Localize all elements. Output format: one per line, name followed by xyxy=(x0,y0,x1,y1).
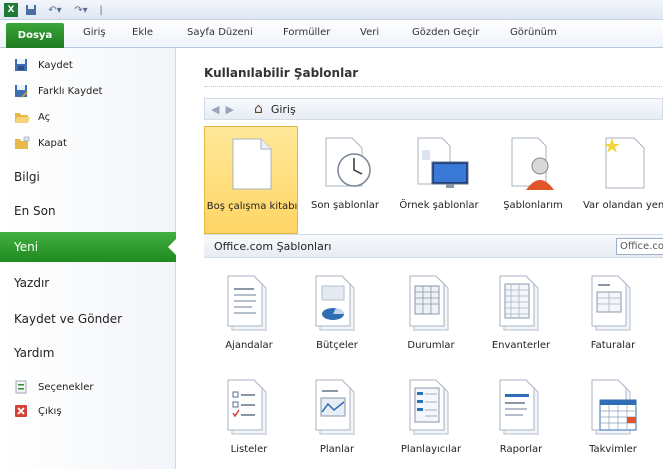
backstage-nav: Kaydet Farklı Kaydet Aç Kapat Bilgi En S… xyxy=(0,48,176,469)
ribbon-tabs: Dosya Giriş Ekle Sayfa Düzeni Formüller … xyxy=(0,20,663,48)
template-sample[interactable]: Örnek şablonlar xyxy=(392,126,486,234)
category-label: Faturalar xyxy=(590,340,636,351)
category-inventories[interactable]: Envanterler xyxy=(476,270,566,362)
tab-home[interactable]: Giriş xyxy=(83,27,106,38)
forward-arrow-icon[interactable]: ▶ xyxy=(225,103,233,116)
template-label: Var olandan yeni xyxy=(582,200,663,211)
category-label: Raporlar xyxy=(499,444,543,455)
template-label: Boş çalışma kitabı xyxy=(206,201,298,212)
tab-view[interactable]: Görünüm xyxy=(510,27,557,38)
office-search-input[interactable] xyxy=(616,238,663,255)
category-label: Durumlar xyxy=(407,340,455,351)
category-calendars[interactable]: Takvimler xyxy=(568,374,658,466)
category-label: Planlar xyxy=(319,444,355,455)
office-templates-bar: Office.com Şablonları xyxy=(204,234,663,258)
tab-page-layout[interactable]: Sayfa Düzeni xyxy=(187,27,253,38)
undo-icon[interactable]: ↶▾ xyxy=(44,3,66,17)
category-statements[interactable]: Durumlar xyxy=(386,270,476,362)
nav-tab-save-send[interactable]: Kaydet ve Gönder xyxy=(0,304,176,334)
back-arrow-icon[interactable]: ◀ xyxy=(211,103,219,116)
redo-icon[interactable]: ↷▾ xyxy=(70,3,92,17)
category-label: Planlayıcılar xyxy=(400,444,462,455)
template-my[interactable]: Şablonlarım xyxy=(486,126,580,234)
new-from-existing-icon xyxy=(602,136,646,190)
statement-icon xyxy=(408,274,454,332)
close-command[interactable]: Kapat xyxy=(14,134,67,152)
category-planners[interactable]: Planlayıcılar xyxy=(386,374,476,466)
breadcrumb[interactable]: Giriş xyxy=(271,103,296,116)
invoice-icon xyxy=(590,274,636,332)
category-reports[interactable]: Raporlar xyxy=(476,374,566,466)
category-label: Listeler xyxy=(230,444,268,455)
budget-icon xyxy=(314,274,360,332)
exit-label: Çıkış xyxy=(38,405,62,417)
nav-tab-help[interactable]: Yardım xyxy=(0,338,176,368)
office-templates-title: Office.com Şablonları xyxy=(214,240,332,253)
inventory-icon xyxy=(498,274,544,332)
list-icon xyxy=(226,378,272,436)
tab-review[interactable]: Gözden Geçir xyxy=(412,27,479,38)
close-folder-icon xyxy=(14,136,30,150)
category-plans[interactable]: Planlar xyxy=(292,374,382,466)
nav-tab-print[interactable]: Yazdır xyxy=(0,268,176,298)
tab-insert[interactable]: Ekle xyxy=(132,27,153,38)
exit-icon xyxy=(14,404,30,418)
title-bar: X ↶▾ ↷▾ | xyxy=(0,0,663,20)
templates-panel: Kullanılabilir Şablonlar ◀ ▶ ⌂ Giriş Boş… xyxy=(176,48,663,469)
open-label: Aç xyxy=(38,111,51,123)
category-label: Ajandalar xyxy=(225,340,273,351)
options-command[interactable]: Seçenekler xyxy=(14,378,93,396)
excel-backstage-window: X ↶▾ ↷▾ | Dosya Giriş Ekle Sayfa Düzeni … xyxy=(0,0,663,469)
nav-tab-recent[interactable]: En Son xyxy=(0,196,176,226)
save-command[interactable]: Kaydet xyxy=(14,56,73,74)
save-label: Kaydet xyxy=(38,59,73,71)
category-lists[interactable]: Listeler xyxy=(204,374,294,466)
calendar-icon xyxy=(590,378,637,436)
open-command[interactable]: Aç xyxy=(14,108,50,126)
excel-logo-icon: X xyxy=(4,3,18,17)
home-icon[interactable]: ⌂ xyxy=(254,101,263,117)
customize-qat-icon[interactable]: | xyxy=(96,3,106,17)
template-navbar: ◀ ▶ ⌂ Giriş xyxy=(204,98,663,120)
options-icon xyxy=(14,380,30,394)
report-icon xyxy=(498,378,544,436)
template-label: Örnek şablonlar xyxy=(399,200,479,211)
close-label: Kapat xyxy=(38,137,67,149)
category-invoices[interactable]: Faturalar xyxy=(568,270,658,362)
tab-formulas[interactable]: Formüller xyxy=(283,27,330,38)
tab-file[interactable]: Dosya xyxy=(6,23,64,48)
options-label: Seçenekler xyxy=(38,381,94,393)
quick-save-icon[interactable] xyxy=(24,3,38,17)
category-label: Takvimler xyxy=(589,444,637,455)
template-new-from-existing[interactable]: Var olandan yeni xyxy=(578,126,663,234)
template-recent[interactable]: Son şablonlar xyxy=(298,126,392,234)
planner-icon xyxy=(408,378,454,436)
category-label: Bütçeler xyxy=(316,340,358,351)
open-folder-icon xyxy=(14,110,30,124)
title-divider xyxy=(204,86,663,87)
blank-workbook-icon xyxy=(229,137,273,191)
category-budgets[interactable]: Bütçeler xyxy=(292,270,382,362)
my-templates-icon xyxy=(510,136,554,190)
category-agendas[interactable]: Ajandalar xyxy=(204,270,294,362)
nav-tab-new[interactable]: Yeni xyxy=(0,232,176,262)
recent-templates-icon xyxy=(322,136,371,190)
plan-icon xyxy=(314,378,360,436)
template-blank-workbook[interactable]: Boş çalışma kitabı xyxy=(204,126,298,234)
section-title: Kullanılabilir Şablonlar xyxy=(204,66,359,80)
save-as-command[interactable]: Farklı Kaydet xyxy=(14,82,102,100)
exit-command[interactable]: Çıkış xyxy=(14,402,62,420)
save-as-icon xyxy=(14,84,30,98)
template-label: Son şablonlar xyxy=(311,200,379,211)
sample-templates-icon xyxy=(416,136,469,190)
template-label: Şablonlarım xyxy=(503,200,563,211)
save-as-label: Farklı Kaydet xyxy=(38,85,103,97)
nav-tab-info[interactable]: Bilgi xyxy=(0,162,176,192)
agenda-icon xyxy=(226,274,272,332)
floppy-disk-icon xyxy=(14,58,30,72)
tab-data[interactable]: Veri xyxy=(360,27,379,38)
category-label: Envanterler xyxy=(491,340,551,351)
